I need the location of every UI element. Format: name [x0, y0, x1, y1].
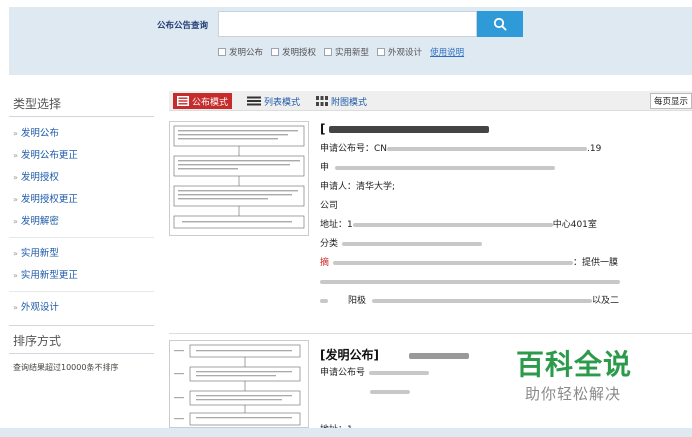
redacted-text	[370, 389, 410, 394]
application-publication-number: 申请公布号：CN .19	[320, 144, 602, 154]
search-label: 公布公告查询	[157, 21, 209, 31]
tab-image-mode[interactable]: 附图模式	[312, 93, 371, 109]
option-design[interactable]: 外观设计	[377, 46, 422, 58]
search-icon	[493, 17, 507, 31]
option-utility-model[interactable]: 实用新型	[324, 46, 369, 58]
tab-publication-mode[interactable]: 公布模式	[173, 93, 233, 109]
bottom-bar	[0, 428, 692, 437]
option-label: 外观设计	[388, 48, 423, 58]
publication-mode-icon	[177, 96, 189, 106]
sort-note: 查询结果超过10000条不排序	[13, 363, 119, 372]
tab-list-mode[interactable]: 列表模式	[243, 93, 304, 109]
result-title[interactable]: [	[320, 122, 692, 140]
grid-icon	[316, 96, 328, 106]
checkbox[interactable]	[218, 48, 226, 56]
redacted-text	[329, 126, 490, 133]
abstract-continued: 阳极 以及二	[320, 292, 692, 311]
per-page-select[interactable]: 每页显示	[649, 93, 692, 109]
double-chevron-icon: »	[13, 303, 18, 312]
sidebar-item-utility-model-correction[interactable]: » 实用新型更正	[9, 265, 154, 287]
double-chevron-icon: »	[13, 249, 18, 258]
option-label: 实用新型	[335, 48, 370, 58]
option-invention-grant[interactable]: 发明授权	[271, 46, 316, 58]
page: 公布公告查询 发明公布 发明授权 实用新型 外观设计 使用说明 类型选择 » 发明…	[0, 0, 692, 437]
result-item: [ 申请公布号：CN .19 申 申请人：清华大学; 公司 地址：1 中心401室 …	[320, 122, 692, 328]
sidebar-item-utility-model[interactable]: » 实用新型	[9, 243, 154, 265]
result-divider	[169, 333, 692, 334]
applicant: 申请人：清华大学;	[320, 182, 396, 192]
double-chevron-icon: »	[13, 271, 18, 280]
sort-title: 排序方式	[9, 325, 154, 354]
sidebar-item-invention-publication[interactable]: » 发明公布	[9, 123, 154, 145]
redacted-text	[352, 222, 553, 227]
sidebar-item-invention-publication-correction[interactable]: » 发明公布更正	[9, 145, 154, 167]
flowchart-image	[174, 344, 301, 426]
sidebar-item-invention-declassified[interactable]: » 发明解密	[9, 211, 154, 233]
help-link[interactable]: 使用说明	[430, 46, 464, 58]
redacted-text	[333, 260, 574, 265]
watermark-subtitle: 助你轻松解决	[525, 385, 622, 403]
search-input[interactable]	[218, 11, 477, 37]
double-chevron-icon: »	[13, 173, 18, 182]
sidebar-item-design[interactable]: » 外观设计	[9, 297, 154, 319]
redacted-text	[342, 241, 483, 246]
checkbox[interactable]	[271, 48, 280, 56]
double-chevron-icon: »	[13, 195, 18, 204]
type-select-title: 类型选择	[9, 92, 154, 117]
watermark-title: 百科全说	[516, 348, 633, 381]
redacted-text	[320, 298, 328, 303]
option-label: 发明授权	[282, 48, 317, 58]
classification: 分类	[320, 235, 692, 254]
application-date-line: 申	[320, 159, 692, 178]
search-button[interactable]	[477, 11, 523, 37]
abstract: 摘：提供一膜	[320, 258, 619, 268]
option-label: 发明公布	[229, 48, 264, 58]
redacted-text	[335, 165, 556, 170]
company: 公司	[320, 201, 339, 211]
checkbox[interactable]	[377, 48, 386, 56]
result-thumbnail[interactable]	[169, 121, 309, 236]
view-mode-bar: 公布模式 列表模式 附图模式 每页显示	[169, 91, 692, 111]
abstract-continued	[320, 273, 692, 292]
address: 地址：1 中心401室	[320, 220, 597, 230]
option-invention-publication[interactable]: 发明公布	[218, 46, 263, 58]
redacted-text	[320, 279, 620, 284]
double-chevron-icon: »	[13, 151, 18, 160]
checkbox[interactable]	[324, 48, 333, 56]
sidebar-item-invention-grant[interactable]: » 发明授权	[9, 167, 154, 189]
redacted-text	[369, 370, 430, 375]
redacted-text	[408, 352, 469, 359]
double-chevron-icon: »	[13, 217, 18, 226]
list-icon	[247, 96, 261, 106]
sidebar: 类型选择 » 发明公布 » 发明公布更正 » 发明授权 » 发明授权更正 » 发明解密 »…	[9, 92, 154, 381]
search-type-options: 发明公布 发明授权 实用新型 外观设计 使用说明	[218, 46, 464, 58]
redacted-text	[372, 298, 593, 303]
redacted-text	[387, 146, 588, 151]
sidebar-item-invention-grant-correction[interactable]: » 发明授权更正	[9, 189, 154, 211]
flowchart-image	[173, 125, 305, 229]
double-chevron-icon: »	[13, 129, 18, 138]
result-thumbnail[interactable]	[169, 340, 309, 428]
